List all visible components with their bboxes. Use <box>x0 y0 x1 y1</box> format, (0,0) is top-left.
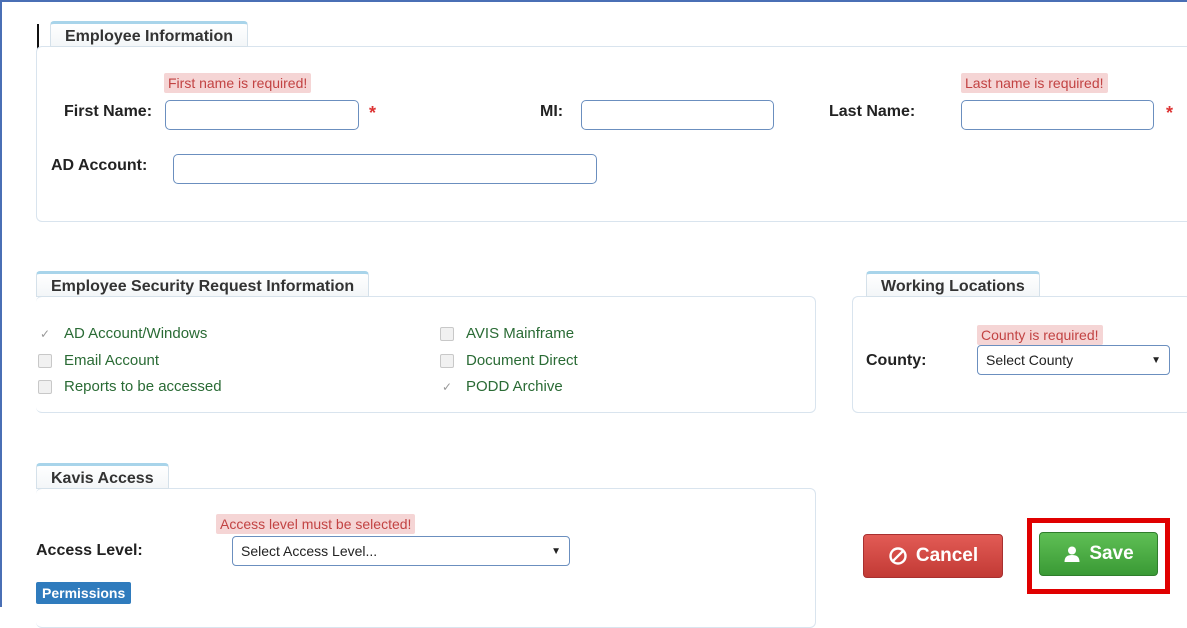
checkbox-unchecked-icon[interactable] <box>440 326 454 341</box>
kavis-access-legend: Kavis Access <box>36 463 169 489</box>
checkbox-checked-icon[interactable]: ✓ <box>440 380 454 394</box>
checkbox-unchecked-icon[interactable] <box>440 353 454 368</box>
frame-top-border <box>0 0 1187 2</box>
checkbox-label: PODD Archive <box>466 378 563 395</box>
checkbox-ad-account-windows[interactable]: ✓ AD Account/Windows <box>38 325 207 342</box>
security-request-legend-text: Employee Security Request Information <box>51 278 355 295</box>
last-name-label: Last Name: <box>829 103 916 120</box>
mi-input[interactable] <box>581 100 774 130</box>
county-error: County is required! <box>977 325 1103 345</box>
checkbox-label: AVIS Mainframe <box>466 325 575 342</box>
mi-label: MI: <box>540 103 564 120</box>
save-button[interactable]: Save <box>1039 532 1158 576</box>
checkbox-unchecked-icon[interactable] <box>38 353 52 368</box>
first-name-label: First Name: <box>64 103 153 120</box>
checkbox-podd-archive[interactable]: ✓ PODD Archive <box>440 378 563 395</box>
access-level-select[interactable]: Select Access Level... ▼ <box>232 536 570 566</box>
ad-account-label: AD Account: <box>51 157 148 174</box>
county-label: County: <box>866 352 927 369</box>
checkbox-label: Reports to be accessed <box>64 378 222 395</box>
checkbox-email-account[interactable]: Email Account <box>38 352 159 369</box>
county-select-value: Select County <box>986 352 1074 368</box>
first-name-error: First name is required! <box>164 73 312 93</box>
cancel-button-label: Cancel <box>915 545 979 566</box>
first-name-required-marker: * <box>369 103 377 123</box>
permissions-tab[interactable]: Permissions <box>36 582 132 604</box>
ad-account-input[interactable] <box>173 154 597 184</box>
checkbox-label: Email Account <box>64 352 160 369</box>
user-icon <box>1064 546 1080 562</box>
dropdown-arrow-icon: ▼ <box>551 545 561 557</box>
cancel-button[interactable]: Cancel <box>863 534 1003 578</box>
frame-left-border <box>0 0 2 607</box>
last-name-input[interactable] <box>961 100 1154 130</box>
access-level-error: Access level must be selected! <box>216 514 416 534</box>
cancel-icon <box>889 547 907 565</box>
checkbox-label: AD Account/Windows <box>64 325 208 342</box>
last-name-error: Last name is required! <box>961 73 1108 93</box>
checkbox-label: Document Direct <box>466 352 578 369</box>
working-locations-legend: Working Locations <box>866 271 1040 297</box>
checkbox-document-direct[interactable]: Document Direct <box>440 352 578 369</box>
checkbox-avis-mainframe[interactable]: AVIS Mainframe <box>440 325 574 342</box>
security-request-legend: Employee Security Request Information <box>36 271 370 297</box>
county-select[interactable]: Select County ▼ <box>977 345 1170 375</box>
checkbox-reports-to-be-accessed[interactable]: Reports to be accessed <box>38 378 222 395</box>
access-level-label: Access Level: <box>36 542 143 559</box>
last-name-required-marker: * <box>1166 103 1174 123</box>
first-name-input[interactable] <box>165 100 359 130</box>
checkbox-unchecked-icon[interactable] <box>38 379 52 394</box>
dropdown-arrow-icon: ▼ <box>1151 354 1161 366</box>
access-level-select-value: Select Access Level... <box>241 543 378 559</box>
checkbox-checked-icon[interactable]: ✓ <box>38 327 52 341</box>
save-button-label: Save <box>1089 543 1134 564</box>
employee-information-legend: Employee Information <box>50 21 249 47</box>
